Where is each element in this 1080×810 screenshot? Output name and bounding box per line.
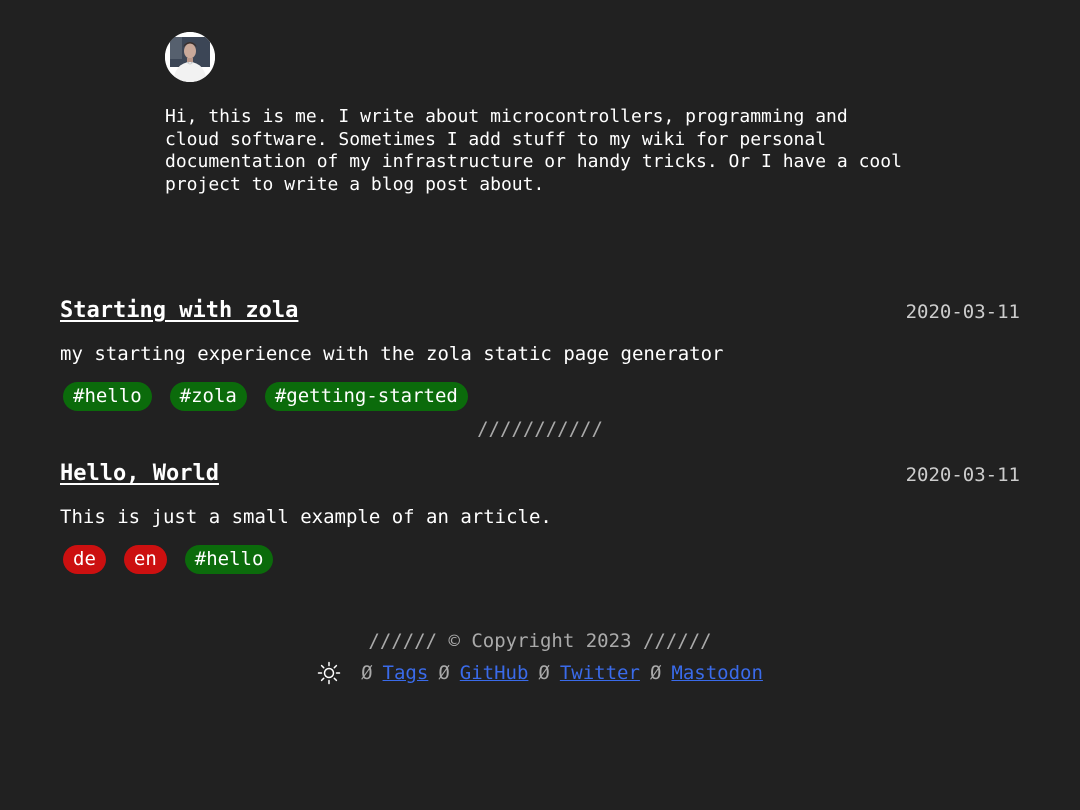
footer-link-mastodon[interactable]: Mastodon: [671, 662, 763, 684]
post-description: my starting experience with the zola sta…: [60, 343, 724, 365]
footer-nav: Ø Tags Ø GitHub Ø Twitter Ø Mastodon: [0, 661, 1080, 685]
bio-text: Hi, this is me. I write about microcontr…: [165, 106, 902, 195]
footer-separator: Ø: [361, 662, 373, 684]
post-description: This is just a small example of an artic…: [60, 506, 552, 528]
footer-separator: Ø: [538, 662, 550, 684]
avatar: [165, 32, 215, 82]
post-divider: ///////////: [477, 418, 603, 440]
footer-link-tags[interactable]: Tags: [383, 662, 429, 684]
sun-icon[interactable]: [317, 661, 341, 685]
page: Hi, this is me. I write about microcontr…: [0, 0, 1080, 810]
footer-link-twitter[interactable]: Twitter: [560, 662, 640, 684]
post-tags: #hello #zola #getting-started: [63, 382, 468, 411]
post-date: 2020-03-11: [905, 464, 1020, 486]
tag-hello[interactable]: #hello: [63, 382, 152, 411]
footer-separator: Ø: [649, 662, 662, 684]
tag-de[interactable]: de: [63, 545, 106, 574]
tag-getting-started[interactable]: #getting-started: [264, 382, 468, 411]
copyright-text: ////// © Copyright 2023 //////: [368, 630, 712, 652]
post-title-link[interactable]: Starting with zola: [60, 298, 298, 323]
post-date: 2020-03-11: [905, 301, 1020, 323]
tag-hello[interactable]: #hello: [184, 545, 274, 574]
footer-separator: Ø: [438, 662, 450, 684]
tag-zola[interactable]: #zola: [169, 382, 247, 411]
profile-photo-icon: [165, 32, 215, 82]
footer-link-github[interactable]: GitHub: [460, 662, 529, 684]
post-tags: de en #hello: [63, 545, 274, 574]
post-title-link[interactable]: Hello, World: [60, 461, 219, 486]
tag-en[interactable]: en: [123, 545, 167, 574]
